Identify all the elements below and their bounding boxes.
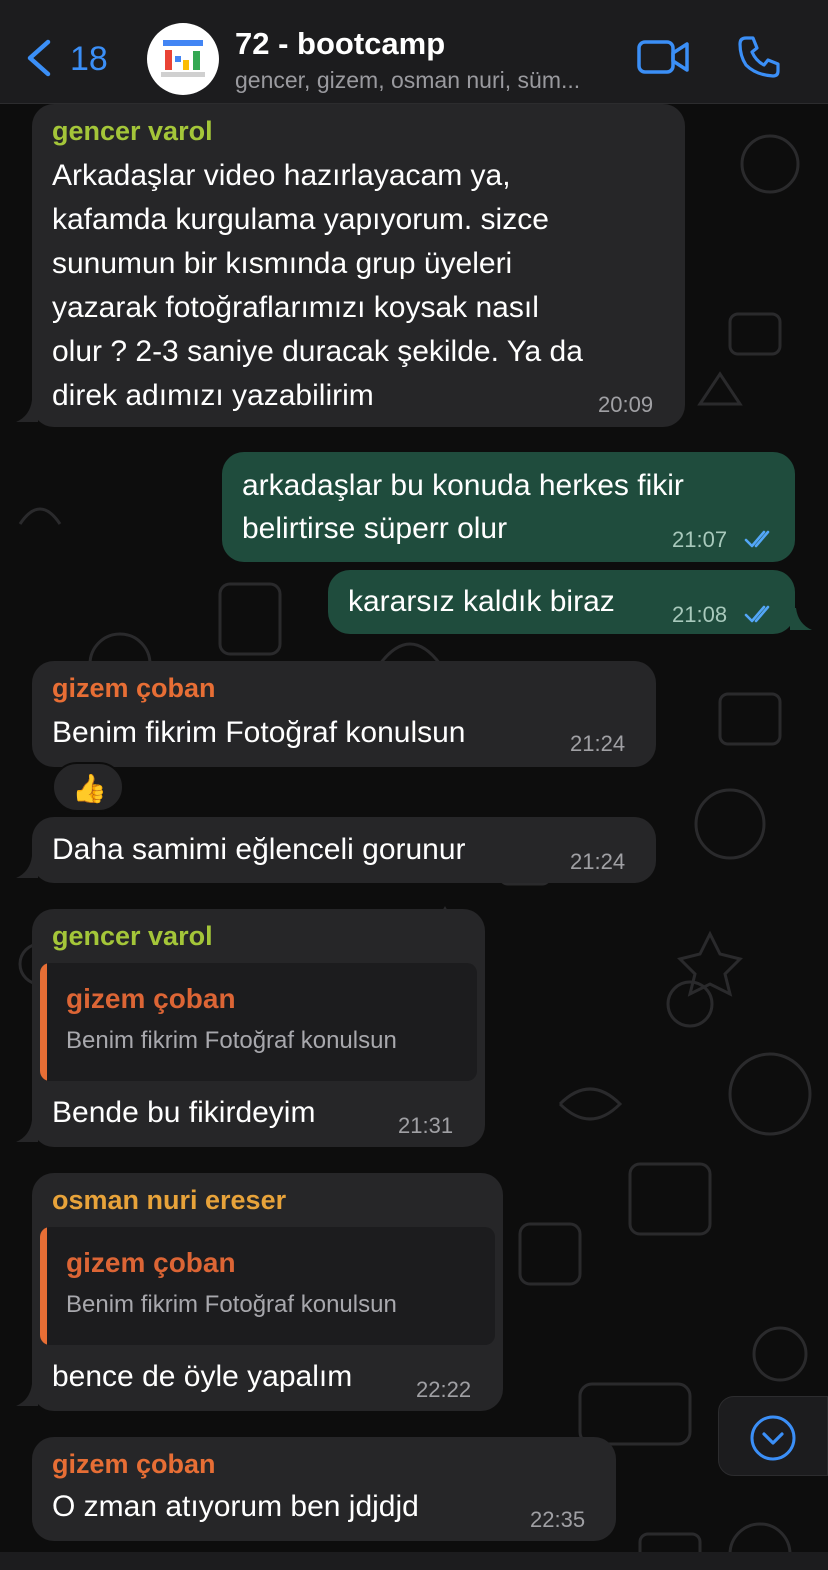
message-sender: gizem çoban bbox=[52, 1449, 216, 1479]
thumbs-up-icon: 👍 bbox=[72, 773, 107, 804]
quoted-sender: gizem çoban bbox=[66, 983, 236, 1014]
message-bubble[interactable]: osman nuri ereser gizem çoban Benim fikr… bbox=[32, 1173, 503, 1411]
quote-accent-bar bbox=[40, 963, 47, 1081]
bubble-tail bbox=[16, 856, 38, 878]
message-line: kafamda kurgulama yapıyorum. sizce bbox=[52, 203, 549, 236]
quoted-message[interactable]: gizem çoban Benim fikrim Fotoğraf konuls… bbox=[40, 963, 477, 1081]
message-line: olur ? 2-3 saniye duracak şekilde. Ya da bbox=[52, 335, 583, 368]
message-sender: gencer varol bbox=[52, 921, 213, 951]
group-logo-icon bbox=[161, 40, 205, 77]
input-bar-edge bbox=[0, 1552, 828, 1570]
message-line: Benim fikrim Fotoğraf konulsun bbox=[52, 716, 466, 749]
quoted-text: Benim fikrim Fotoğraf konulsun bbox=[66, 1027, 397, 1054]
message-line: Bende bu fikirdeyim bbox=[52, 1096, 316, 1129]
group-title[interactable]: 72 - bootcamp bbox=[235, 26, 445, 62]
scroll-to-bottom-button[interactable] bbox=[718, 1396, 828, 1476]
quote-accent-bar bbox=[40, 1227, 47, 1345]
chat-header: 18 72 - bootcamp gencer, gizem, osman nu… bbox=[0, 0, 828, 104]
quoted-sender: gizem çoban bbox=[66, 1247, 236, 1278]
bubble-tail bbox=[790, 608, 812, 630]
message-bubble-outgoing[interactable]: kararsız kaldık biraz 21:08 bbox=[328, 570, 795, 634]
message-time: 21:24 bbox=[570, 731, 626, 756]
message-line: Daha samimi eğlenceli gorunur bbox=[52, 833, 466, 866]
message-line: sunumun bir kısmında grup üyeleri bbox=[52, 247, 513, 280]
unread-count[interactable]: 18 bbox=[70, 40, 108, 79]
bubble-tail bbox=[16, 1384, 38, 1406]
message-sender: osman nuri ereser bbox=[52, 1185, 287, 1215]
message-line: Arkadaşlar video hazırlayacam ya, bbox=[52, 159, 511, 192]
bubble-tail bbox=[16, 400, 38, 422]
message-time: 21:31 bbox=[398, 1113, 454, 1138]
message-line: bence de öyle yapalım bbox=[52, 1360, 353, 1393]
message-line: kararsız kaldık biraz bbox=[348, 585, 615, 618]
message-sender: gizem çoban bbox=[52, 673, 216, 703]
message-bubble-outgoing[interactable]: arkadaşlar bu konuda herkes fikir belirt… bbox=[222, 452, 795, 562]
message-time: 21:24 bbox=[570, 849, 626, 874]
quoted-message[interactable]: gizem çoban Benim fikrim Fotoğraf konuls… bbox=[40, 1227, 495, 1345]
message-line: O zman atıyorum ben jdjdjd bbox=[52, 1490, 419, 1523]
chevron-down-circle-icon bbox=[750, 1415, 796, 1461]
message-time: 22:35 bbox=[530, 1507, 586, 1532]
video-camera-icon[interactable] bbox=[636, 36, 690, 78]
message-time: 21:07 bbox=[672, 527, 728, 552]
quoted-text: Benim fikrim Fotoğraf konulsun bbox=[66, 1291, 397, 1318]
message-line: belirtirse süperr olur bbox=[242, 512, 508, 545]
group-members[interactable]: gencer, gizem, osman nuri, süm... bbox=[235, 67, 620, 94]
message-bubble[interactable]: Daha samimi eğlenceli gorunur 21:24 bbox=[32, 817, 656, 883]
double-check-icon bbox=[744, 605, 770, 623]
group-avatar[interactable] bbox=[147, 23, 219, 95]
message-time: 20:09 bbox=[598, 392, 654, 417]
message-line: arkadaşlar bu konuda herkes fikir bbox=[242, 469, 684, 502]
phone-icon[interactable] bbox=[736, 34, 782, 80]
message-bubble[interactable]: gizem çoban Benim fikrim Fotoğraf konuls… bbox=[32, 661, 656, 767]
message-bubble[interactable]: gencer varol Arkadaşlar video hazırlayac… bbox=[32, 104, 685, 427]
chevron-left-icon[interactable] bbox=[22, 38, 56, 78]
bubble-tail bbox=[16, 1120, 38, 1142]
message-bubble[interactable]: gencer varol gizem çoban Benim fikrim Fo… bbox=[32, 909, 485, 1147]
double-check-icon bbox=[744, 530, 770, 548]
message-line: direk adımızı yazabilirim bbox=[52, 379, 374, 412]
message-line: yazarak fotoğraflarımızı koysak nasıl bbox=[52, 291, 539, 324]
message-time: 21:08 bbox=[672, 602, 728, 627]
message-time: 22:22 bbox=[416, 1377, 472, 1402]
message-bubble[interactable]: gizem çoban O zman atıyorum ben jdjdjd 2… bbox=[32, 1437, 616, 1541]
message-sender: gencer varol bbox=[52, 116, 213, 146]
message-reaction[interactable]: 👍 bbox=[52, 762, 124, 812]
